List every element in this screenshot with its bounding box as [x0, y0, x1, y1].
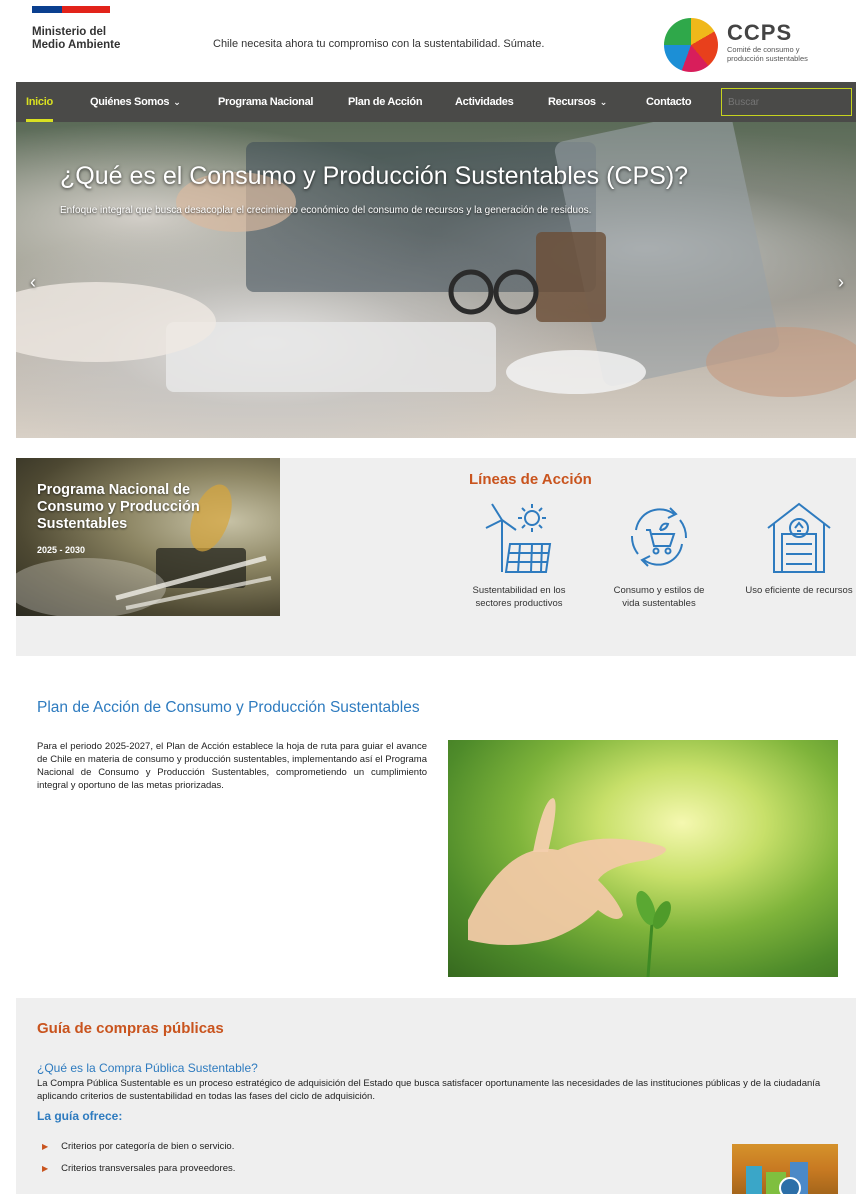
guide-section-title: Guía de compras públicas	[37, 1020, 224, 1037]
line-item-consumption-lifestyles[interactable]: Consumo y estilos de vida sustentables	[604, 500, 714, 610]
ccps-logo-icon[interactable]	[664, 18, 718, 72]
lines-of-action-section: Programa Nacional de Consumo y Producció…	[16, 458, 856, 656]
line-item-productive-sectors[interactable]: Sustentabilidad en los sectores producti…	[464, 500, 574, 610]
bullet-arrow-icon: ▶	[42, 1142, 49, 1151]
public-procurement-guide-section: Guía de compras públicas ¿Qué es la Comp…	[16, 998, 856, 1194]
header-tagline: Chile necesita ahora tu compromiso con l…	[213, 38, 545, 50]
list-item: ▶ Criterios transversales para proveedore…	[37, 1163, 235, 1174]
nav-item-quienes-somos[interactable]: Quiénes Somos ⌄	[90, 82, 181, 122]
carousel-next-icon[interactable]: ›	[838, 272, 844, 293]
program-card-years: 2025 - 2030	[37, 545, 86, 555]
nav-item-recursos[interactable]: Recursos ⌄	[548, 82, 607, 122]
line-item-resource-efficiency[interactable]: Uso eficiente de recursos	[744, 500, 854, 597]
chevron-down-icon: ⌄	[599, 97, 608, 107]
hand-plant-illustration	[468, 798, 671, 977]
list-item-text: Criterios por categoría de bien o servic…	[61, 1141, 235, 1152]
plan-section-image	[448, 740, 838, 977]
plan-section-text: Para el periodo 2025-2027, el Plan de Ac…	[37, 741, 427, 791]
program-card-title: Programa Nacional de Consumo y Producció…	[37, 482, 200, 532]
nav-item-programa-nacional[interactable]: Programa Nacional	[218, 82, 313, 122]
list-item-text: Criterios transversales para proveedores…	[61, 1163, 236, 1174]
chevron-down-icon: ⌄	[173, 97, 181, 107]
recycle-cart-icon	[624, 500, 694, 576]
wind-solar-icon	[484, 500, 554, 576]
guide-question-heading: ¿Qué es la Compra Pública Sustentable?	[37, 1061, 258, 1075]
guide-offer-list: ▶ Criterios por categoría de bien o servi…	[37, 1141, 235, 1185]
bullet-arrow-icon: ▶	[42, 1164, 49, 1173]
guide-offer-heading: La guía ofrece:	[37, 1109, 123, 1123]
nav-item-plan-de-accion[interactable]: Plan de Acción	[348, 82, 423, 122]
plan-section-title[interactable]: Plan de Acción de Consumo y Producción S…	[37, 699, 420, 717]
line-item-label: Uso eficiente de recursos	[745, 585, 853, 596]
nav-item-label: Recursos	[548, 96, 596, 108]
guide-cover-thumbnail[interactable]	[732, 1144, 838, 1194]
search-input[interactable]	[721, 88, 852, 116]
hero-subtitle: Enfoque integral que busca desacoplar el…	[60, 205, 592, 216]
hero-title: ¿Qué es el Consumo y Producción Sustenta…	[60, 162, 689, 190]
nav-item-label: Quiénes Somos	[90, 96, 170, 108]
nav-item-contacto[interactable]: Contacto	[646, 82, 692, 122]
line-item-label: Sustentabilidad en los sectores producti…	[472, 585, 566, 609]
hero-carousel[interactable]: ¿Qué es el Consumo y Producción Sustenta…	[16, 122, 856, 438]
line-item-label: Consumo y estilos de vida sustentables	[613, 585, 705, 609]
ccps-logo-subtitle: Comité de consumo y producción sustentab…	[727, 45, 808, 63]
list-item: ▶ Criterios por categoría de bien o servi…	[37, 1141, 235, 1152]
guide-description: La Compra Pública Sustentable es un proc…	[37, 1078, 821, 1102]
recycle-house-icon	[764, 500, 834, 576]
guide-cover-image	[746, 1162, 808, 1194]
lines-of-action-title: Líneas de Acción	[469, 471, 592, 488]
carousel-prev-icon[interactable]: ‹	[30, 272, 36, 293]
program-card[interactable]: Programa Nacional de Consumo y Producció…	[16, 458, 280, 616]
ccps-logo-title[interactable]: CCPS	[727, 20, 792, 46]
nav-item-inicio[interactable]: Inicio	[26, 82, 53, 122]
chile-flag-stripe	[32, 6, 110, 13]
main-navigation: Inicio Quiénes Somos ⌄ Programa Nacional …	[16, 82, 856, 122]
site-header: Ministerio del Medio Ambiente Chile nece…	[0, 0, 861, 82]
nav-item-actividades[interactable]: Actividades	[455, 82, 514, 122]
ministry-logo-text[interactable]: Ministerio del Medio Ambiente	[32, 26, 142, 51]
